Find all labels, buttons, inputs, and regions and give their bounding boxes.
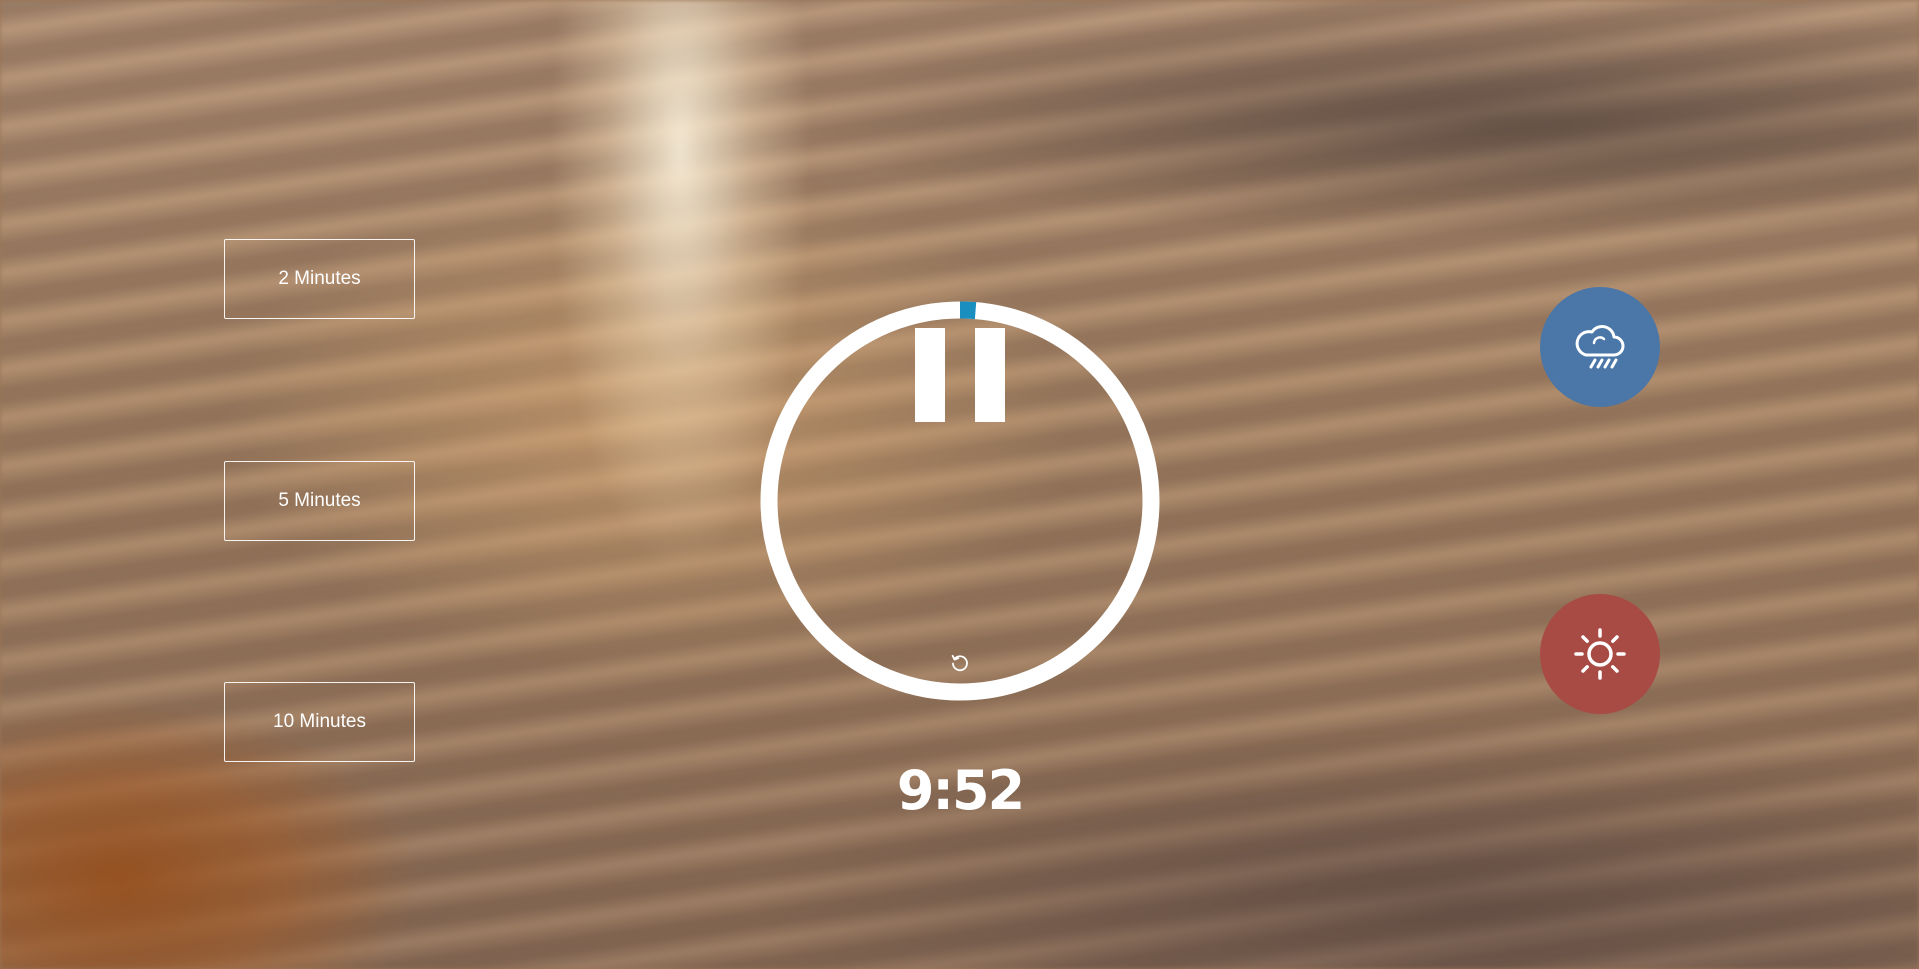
rain-cloud-icon [1575, 325, 1625, 369]
time-remaining: 9:52 [896, 759, 1025, 822]
reset-icon[interactable] [948, 651, 972, 675]
five-minutes-button[interactable]: 5 Minutes [224, 461, 415, 541]
two-minutes-button[interactable]: 2 Minutes [224, 239, 415, 319]
rain-sound-button[interactable] [1540, 287, 1660, 407]
pause-bar-left [915, 328, 945, 422]
sun-sound-button[interactable] [1540, 594, 1660, 714]
ten-minutes-button[interactable]: 10 Minutes [224, 682, 415, 762]
sun-icon [1574, 628, 1626, 680]
pause-icon[interactable] [912, 328, 1008, 422]
pause-bar-right [975, 328, 1005, 422]
